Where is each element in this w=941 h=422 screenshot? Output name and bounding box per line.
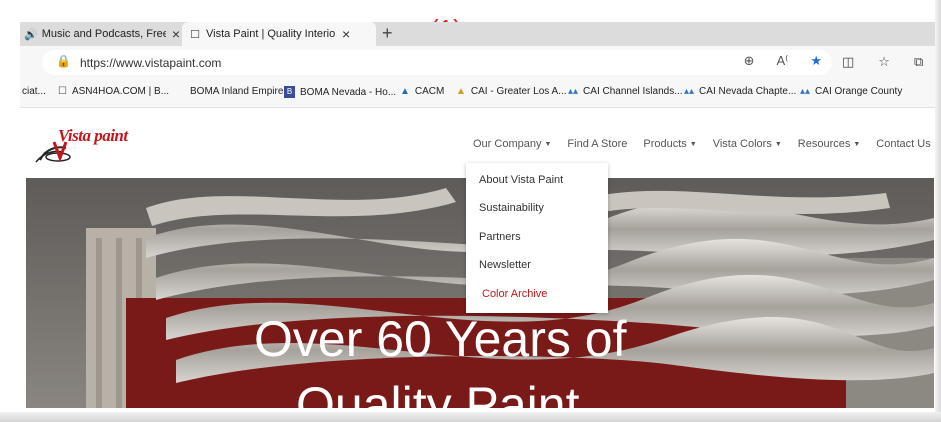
speaker-icon: 🔊 [24, 28, 38, 41]
url-text[interactable]: https://www.vistapaint.com [80, 56, 221, 70]
chevron-down-icon: ▼ [689, 140, 697, 148]
dropdown-item-about[interactable]: About Vista Paint [479, 174, 563, 186]
bookmark-item[interactable]: ▴▴ CAI Channel Islands... [568, 86, 683, 97]
read-aloud-icon[interactable]: A⁽ [776, 53, 788, 69]
tab-title: Vista Paint | Quality Interior & Ex [206, 28, 336, 40]
hero-subtitle: Quality Paint [296, 377, 580, 408]
frame-shadow-right [935, 0, 941, 422]
bookmark-label: BOMA Inland Empire [190, 86, 284, 97]
bookmark-item[interactable]: ciat... [22, 86, 46, 97]
close-icon[interactable]: × [342, 26, 350, 42]
chevron-down-icon: ▼ [853, 140, 861, 148]
browser-toolbar: 🔒 https://www.vistapaint.com ⊕ A⁽ ★ ◫ ☆ … [20, 46, 935, 78]
nav-label: Products [643, 138, 687, 150]
bookmark-label: CAI Channel Islands... [583, 86, 683, 97]
page-icon: ☐ [190, 28, 200, 41]
bookmark-label: CAI Nevada Chapte... [699, 86, 797, 97]
tab-music-podcasts[interactable]: 🔊 Music and Podcasts, Free a × [20, 22, 180, 46]
bookmark-item[interactable]: B BOMA Nevada - Ho... [284, 86, 396, 98]
tab-vista-paint[interactable]: ☐ Vista Paint | Quality Interior & Ex × [182, 22, 376, 46]
our-company-dropdown: About Vista Paint Sustainability Partner… [466, 163, 608, 313]
nav-products[interactable]: Products ▼ [643, 138, 696, 151]
nav-label: Vista Colors [712, 138, 772, 150]
collections-icon[interactable]: ⧉ [914, 54, 923, 70]
close-icon[interactable]: × [172, 26, 180, 42]
bookmark-item[interactable]: ▴▴ CAI Nevada Chapte... [684, 86, 796, 97]
bookmark-label: BOMA Nevada - Ho... [300, 86, 397, 98]
bookmark-label: CAI - Greater Los A... [470, 86, 567, 97]
hero-title: Over 60 Years of [254, 311, 627, 367]
bookmark-label: CAI Orange County [815, 86, 903, 97]
bookmark-item[interactable]: BOMA Inland Empire [190, 86, 283, 97]
page-icon: ☐ [58, 86, 67, 97]
nav-label: Our Company [473, 138, 542, 150]
new-tab-button[interactable]: + [382, 22, 393, 46]
tab-title: Music and Podcasts, Free a [41, 28, 166, 40]
frame-shadow-bottom [0, 412, 941, 422]
cai-icon: ▴▴ [684, 86, 695, 97]
nav-contact[interactable]: Contact Us [876, 138, 930, 151]
bookmark-label: CACM [414, 86, 445, 97]
bookmark-item[interactable]: ▲ CACM [400, 86, 444, 97]
chevron-down-icon: ▼ [544, 140, 552, 148]
main-nav: Our Company ▼ Find A Store Products ▼ Vist… [473, 138, 941, 151]
site-logo[interactable]: Vista paint [32, 126, 142, 166]
cacm-icon: ▲ [400, 86, 410, 97]
favorite-star-icon[interactable]: ★ [810, 53, 822, 69]
cai-icon: ▴▴ [800, 86, 811, 97]
bookmark-item[interactable]: ☐ ASN4HOA.COM | B... [58, 86, 169, 97]
address-bar-icons: ⊕ A⁽ ★ [744, 53, 822, 69]
nav-resources[interactable]: Resources ▼ [798, 138, 861, 151]
screenshot-frame: (1) 🔊 Music and Podcasts, Free a × ☐ Vis… [0, 0, 941, 422]
nav-label: Resources [797, 138, 851, 150]
nav-our-company[interactable]: Our Company ▼ [473, 138, 551, 151]
bookmark-item[interactable]: ▴▴ CAI Orange County [800, 86, 902, 97]
tab-strip: 🔊 Music and Podcasts, Free a × ☐ Vista P… [20, 22, 935, 46]
cai-icon: ▴▴ [568, 86, 579, 97]
logo-swoosh-icon [35, 141, 71, 163]
bookmark-label: ASN4HOA.COM | B... [71, 86, 170, 97]
lock-icon[interactable]: 🔒 [56, 54, 71, 68]
toolbar-icons: ◫ ☆ ⧉ [842, 54, 923, 70]
cai-icon: ▲ [456, 86, 466, 97]
dropdown-item-partners[interactable]: Partners [479, 231, 521, 243]
bookmark-label: ciat... [22, 86, 46, 97]
split-screen-icon[interactable]: ◫ [842, 54, 854, 70]
bookmarks-bar: ciat... ☐ ASN4HOA.COM | B... BOMA Inland… [20, 78, 935, 108]
dropdown-item-sustainability[interactable]: Sustainability [479, 202, 544, 214]
nav-vista-colors[interactable]: Vista Colors ▼ [713, 138, 782, 151]
boma-icon: B [284, 86, 295, 98]
address-bar[interactable]: 🔒 https://www.vistapaint.com ⊕ A⁽ ★ [42, 50, 832, 75]
dropdown-item-newsletter[interactable]: Newsletter [479, 259, 531, 271]
favorites-icon[interactable]: ☆ [878, 54, 890, 70]
nav-find-store[interactable]: Find A Store [567, 138, 627, 151]
zoom-icon[interactable]: ⊕ [744, 53, 755, 69]
chevron-down-icon: ▼ [774, 140, 782, 148]
bookmark-item[interactable]: ▲ CAI - Greater Los A... [456, 86, 567, 97]
dropdown-item-color-archive[interactable]: Color Archive [482, 288, 547, 300]
